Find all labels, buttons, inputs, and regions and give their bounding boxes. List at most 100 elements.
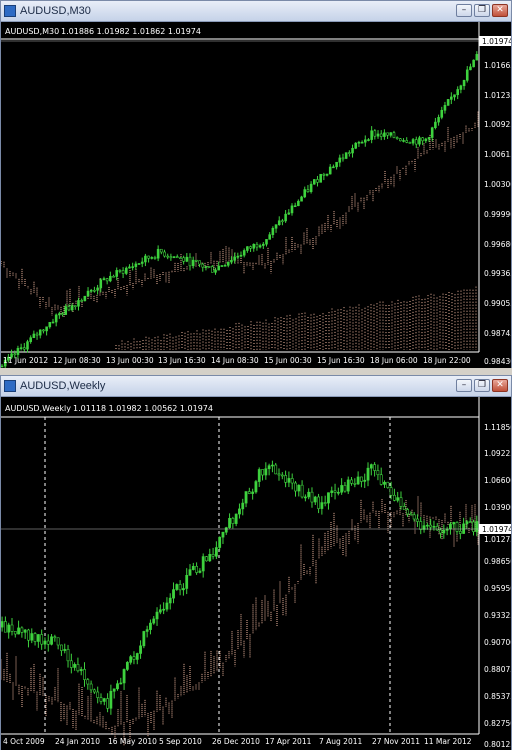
price-tick: 0.98745 [484, 329, 511, 338]
chart-window-weekly[interactable]: AUDUSD,Weekly – ❐ ✕ AUDUSD,Weekly 1.0111… [0, 375, 512, 750]
candle [338, 157, 342, 163]
candle [254, 481, 258, 493]
chart-window-m30[interactable]: AUDUSD,M30 – ❐ ✕ AUDUSD,M30 1.01886 1.01… [0, 0, 512, 368]
candle [115, 270, 119, 277]
candle [330, 490, 334, 493]
candle [124, 267, 128, 274]
candle [158, 609, 162, 613]
candle [310, 491, 314, 503]
candle [430, 127, 434, 138]
candle [191, 566, 195, 570]
candle [102, 698, 106, 702]
current-price-label: 1.01974 [482, 525, 511, 534]
candle [284, 213, 287, 222]
candle [182, 588, 185, 591]
candle [360, 476, 363, 482]
candle [26, 341, 29, 350]
candle [17, 627, 20, 635]
candle [306, 189, 310, 192]
candle [354, 142, 358, 149]
candle [376, 133, 380, 137]
candle [437, 117, 440, 123]
candle [30, 633, 34, 641]
candle [135, 653, 139, 660]
candle [350, 479, 353, 484]
candle [198, 260, 201, 265]
minimize-button[interactable]: – [456, 4, 472, 17]
candle [218, 536, 222, 548]
candle [432, 526, 436, 528]
candle [132, 656, 136, 660]
candle [346, 479, 350, 492]
time-axis: 11 Jun 2012 12 Jun 08:30 13 Jun 00:30 13… [3, 356, 471, 365]
candle [77, 300, 80, 307]
restore-button[interactable]: ❐ [474, 379, 490, 392]
candle [220, 265, 224, 267]
candle [134, 263, 138, 267]
candle [386, 481, 390, 488]
chart-background [1, 397, 511, 750]
candle [261, 469, 264, 476]
candle [405, 140, 409, 143]
price-tick: 0.88075 [484, 665, 511, 674]
candle [73, 305, 77, 307]
candle [435, 526, 439, 531]
candle [309, 183, 313, 192]
time-tick: 11 Mar 2012 [424, 737, 472, 746]
candle [121, 270, 125, 274]
candle [83, 669, 86, 680]
close-button[interactable]: ✕ [492, 379, 508, 392]
time-tick: 13 Jun 16:30 [158, 356, 206, 365]
candle [172, 589, 175, 599]
candle [93, 289, 96, 292]
candle [320, 502, 324, 509]
candle [264, 468, 268, 476]
candle [462, 523, 466, 534]
candle [20, 627, 24, 633]
candle [427, 137, 431, 140]
candle [185, 256, 189, 262]
candle [258, 245, 262, 248]
candle [370, 130, 373, 140]
candle [211, 554, 215, 557]
candle [175, 256, 179, 259]
candle [221, 531, 225, 538]
candle [153, 257, 157, 259]
candle [343, 485, 347, 492]
time-tick: 26 Dec 2010 [212, 737, 260, 746]
candle [89, 289, 93, 292]
candle [376, 470, 380, 476]
candle [396, 497, 400, 501]
candle [122, 669, 126, 684]
candle [418, 137, 421, 145]
candle [208, 554, 212, 562]
candle [205, 556, 208, 562]
window-titlebar[interactable]: AUDUSD,M30 – ❐ ✕ [1, 1, 511, 22]
candle [7, 624, 11, 633]
restore-button[interactable]: ❐ [474, 4, 490, 17]
minimize-button[interactable]: – [456, 379, 472, 392]
price-tick: 1.11850 [484, 423, 511, 432]
price-tick: 0.99055 [484, 299, 511, 308]
candle [228, 518, 231, 528]
candle [416, 518, 419, 522]
window-titlebar[interactable]: AUDUSD,Weekly – ❐ ✕ [1, 376, 511, 397]
candle [19, 347, 23, 349]
candle [224, 527, 228, 533]
candle [271, 227, 275, 235]
candle [323, 502, 327, 504]
price-chart-m30[interactable]: AUDUSD,M30 1.01886 1.01982 1.01862 1.019… [1, 22, 511, 368]
price-tick: 0.98430 [484, 357, 511, 366]
candle [392, 494, 396, 501]
candle [443, 105, 447, 111]
candle [307, 491, 311, 498]
price-chart-weekly[interactable]: AUDUSD,Weekly 1.01118 1.01982 1.00562 1.… [1, 397, 511, 750]
candle [165, 602, 169, 610]
time-tick: 5 Sep 2010 [159, 737, 202, 746]
candle [56, 637, 60, 646]
candle [392, 132, 396, 138]
candle [58, 313, 61, 316]
candle [459, 85, 463, 90]
candle [348, 152, 351, 154]
close-button[interactable]: ✕ [492, 4, 508, 17]
